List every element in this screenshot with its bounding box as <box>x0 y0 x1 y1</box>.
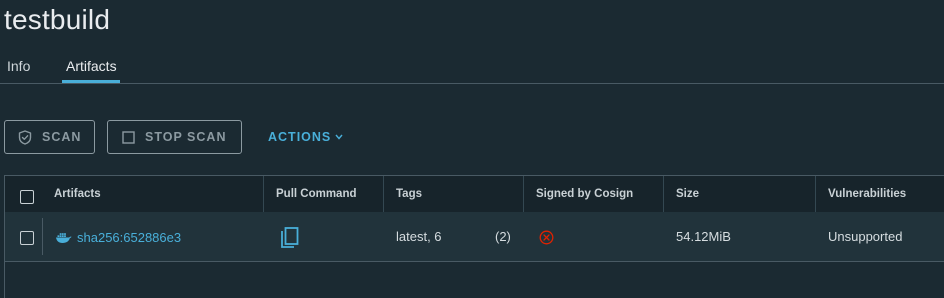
scan-button-label: SCAN <box>42 130 82 144</box>
signed-by-cosign-cell <box>523 212 663 261</box>
tags-cell: latest, 6 (2) <box>383 212 523 261</box>
tags-count[interactable]: (2) <box>495 212 511 261</box>
tags-value: latest, 6 <box>396 229 442 244</box>
tab-bar: Info Artifacts <box>0 56 944 84</box>
copy-icon[interactable] <box>279 226 301 250</box>
scan-button[interactable]: SCAN <box>4 120 95 154</box>
column-header-tags[interactable]: Tags <box>383 176 523 212</box>
not-signed-x-icon <box>539 230 554 245</box>
vulnerabilities-cell: Unsupported <box>828 229 903 244</box>
artifact-cell: sha256:652886e3 <box>42 212 263 261</box>
tab-artifacts[interactable]: Artifacts <box>62 58 120 83</box>
column-header-size[interactable]: Size <box>663 176 815 212</box>
artifacts-datagrid: Artifacts Pull Command Tags Signed by Co… <box>4 175 944 298</box>
page: testbuild Info Artifacts SCAN STOP SCAN … <box>0 0 944 298</box>
actions-dropdown[interactable]: ACTIONS <box>268 130 343 144</box>
table-row[interactable]: sha256:652886e3 latest, 6 (2) 54.12MiB U… <box>5 212 944 262</box>
column-header-pull-command[interactable]: Pull Command <box>263 176 383 212</box>
stop-scan-button-label: STOP SCAN <box>145 130 227 144</box>
column-header-signed-by-cosign[interactable]: Signed by Cosign <box>523 176 663 212</box>
select-all-checkbox[interactable] <box>20 190 34 204</box>
pull-command-cell <box>263 212 383 261</box>
stop-scan-button[interactable]: STOP SCAN <box>107 120 242 154</box>
datagrid-header: Artifacts Pull Command Tags Signed by Co… <box>5 176 944 213</box>
artifact-digest-link[interactable]: sha256:652886e3 <box>77 213 181 262</box>
column-header-vulnerabilities[interactable]: Vulnerabilities <box>815 176 944 212</box>
actions-label: ACTIONS <box>268 130 332 144</box>
shield-icon <box>18 129 32 145</box>
page-title: testbuild <box>4 4 111 35</box>
docker-icon <box>55 232 72 244</box>
row-checkbox[interactable] <box>20 231 34 245</box>
size-cell: 54.12MiB <box>676 229 731 244</box>
chevron-down-icon <box>335 134 343 140</box>
column-header-artifacts[interactable]: Artifacts <box>42 176 263 212</box>
tab-info[interactable]: Info <box>7 58 30 80</box>
stop-icon <box>122 130 135 144</box>
